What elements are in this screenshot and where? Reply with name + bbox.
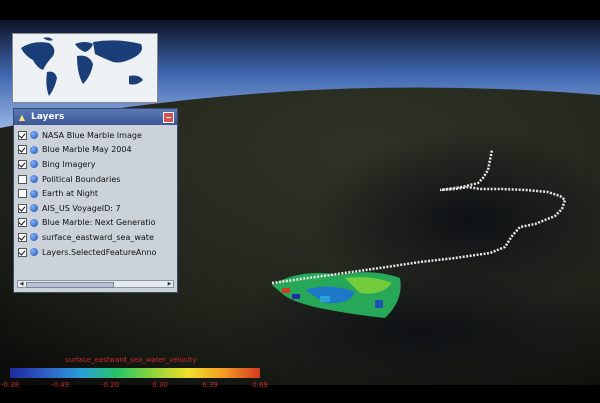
layer-label: Layers.SelectedFeatureAnno xyxy=(42,247,157,257)
layer-globe-icon xyxy=(30,233,38,242)
layers-icon: ▲ xyxy=(18,112,26,122)
layer-globe-icon xyxy=(30,145,38,154)
layers-titlebar[interactable]: ▲ Layers xyxy=(14,109,177,125)
legend-tick-label: -0.49 xyxy=(50,381,70,389)
layer-globe-icon xyxy=(30,131,38,140)
layer-item[interactable]: Bing Imagery xyxy=(18,157,175,172)
minimize-button[interactable] xyxy=(163,111,174,123)
legend-tick-label: 0.69 xyxy=(252,381,268,389)
world-minimap[interactable] xyxy=(12,33,158,103)
legend-tick-label: -0.20 xyxy=(100,381,120,389)
layer-item[interactable]: Blue Marble May 2004 xyxy=(18,143,175,158)
layer-item[interactable]: Earth at Night xyxy=(18,186,175,201)
layer-item[interactable]: AIS_US VoyageID: 7 xyxy=(18,201,175,216)
layer-item[interactable]: Layers.SelectedFeatureAnno xyxy=(18,245,175,260)
layer-label: NASA Blue Marble Image xyxy=(42,130,142,140)
layer-item[interactable]: Political Boundaries xyxy=(18,172,175,187)
layer-checkbox[interactable] xyxy=(18,159,27,169)
layer-label: Bing Imagery xyxy=(42,159,96,169)
layer-checkbox[interactable] xyxy=(18,247,27,257)
layer-checkbox[interactable] xyxy=(18,130,27,140)
layer-label: Blue Marble: Next Generatio xyxy=(42,218,156,228)
layer-label: AIS_US VoyageID: 7 xyxy=(42,203,121,213)
layer-globe-icon xyxy=(30,218,38,227)
layer-checkbox[interactable] xyxy=(18,174,27,184)
layer-label: Political Boundaries xyxy=(42,174,121,184)
layer-item[interactable]: NASA Blue Marble Image xyxy=(18,128,175,143)
layer-checkbox[interactable] xyxy=(18,189,27,199)
layer-globe-icon xyxy=(30,204,38,213)
legend-tick-label: 6.39 xyxy=(202,381,218,389)
layer-checkbox[interactable] xyxy=(18,218,27,228)
scrollbar-thumb[interactable] xyxy=(26,282,114,288)
layer-globe-icon xyxy=(30,160,38,169)
layer-checkbox[interactable] xyxy=(18,145,27,155)
legend-tick-label: -0.38 xyxy=(0,381,20,389)
layer-globe-icon xyxy=(30,189,38,198)
horizontal-scrollbar[interactable]: ◀ ▶ xyxy=(17,280,174,288)
legend-title: surface_eastward_sea_water_velocity xyxy=(65,356,197,364)
layer-checkbox[interactable] xyxy=(18,203,27,213)
layers-title: Layers xyxy=(31,112,65,122)
layer-globe-icon xyxy=(30,175,38,184)
layer-label: surface_eastward_sea_wate xyxy=(42,232,154,242)
legend-tick-label: 0.30 xyxy=(152,381,168,389)
layer-item[interactable]: Blue Marble: Next Generatio xyxy=(18,216,175,231)
layer-globe-icon xyxy=(30,248,38,257)
layers-panel: ▲ Layers NASA Blue Marble Image Blue Marb… xyxy=(13,108,178,293)
globe-viewport[interactable]: ▲ Layers NASA Blue Marble Image Blue Marb… xyxy=(0,0,600,403)
layer-label: Blue Marble May 2004 xyxy=(42,145,132,155)
layers-list: NASA Blue Marble Image Blue Marble May 20… xyxy=(18,128,175,280)
layer-checkbox[interactable] xyxy=(18,232,27,242)
scroll-right-icon[interactable]: ▶ xyxy=(166,281,173,287)
scroll-left-icon[interactable]: ◀ xyxy=(18,281,25,287)
layer-label: Earth at Night xyxy=(42,189,99,199)
legend-colorbar xyxy=(10,368,260,378)
layer-item[interactable]: surface_eastward_sea_wate xyxy=(18,230,175,245)
color-legend: surface_eastward_sea_water_velocity -0.3… xyxy=(1,355,268,395)
